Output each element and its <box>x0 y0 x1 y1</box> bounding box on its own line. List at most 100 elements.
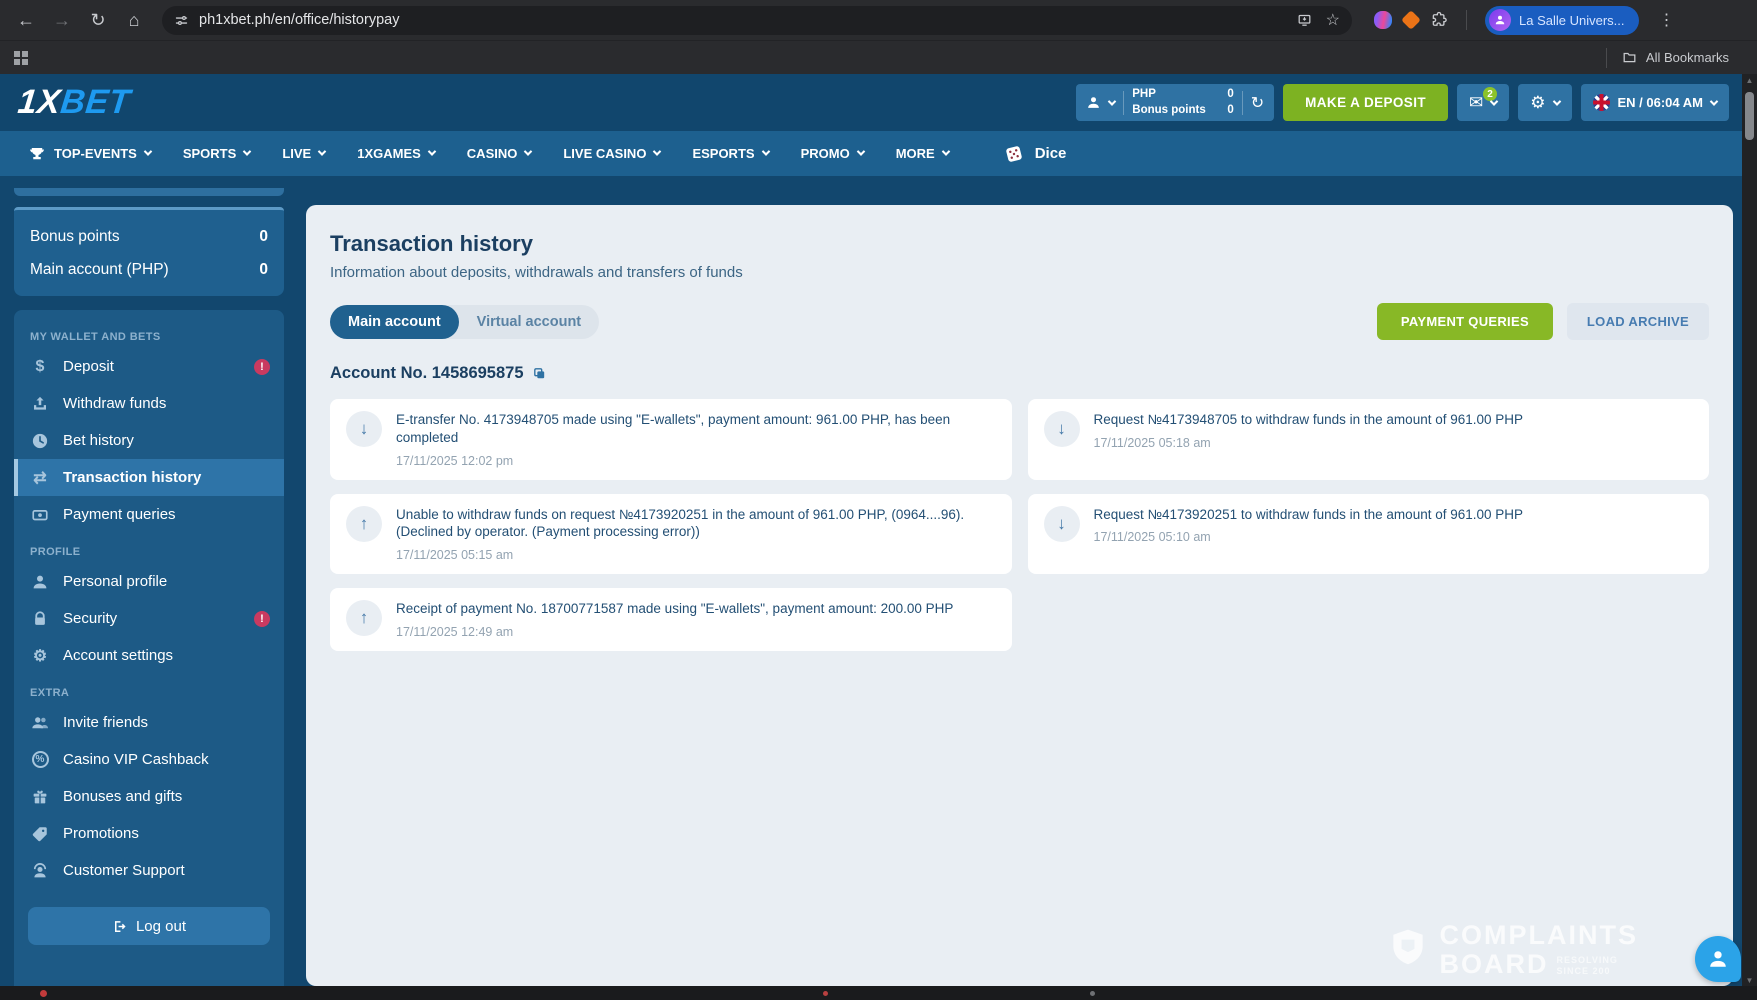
sidebar-item-bet-history[interactable]: Bet history <box>14 422 284 459</box>
settings-pill[interactable]: ⚙ <box>1518 84 1572 121</box>
url-text[interactable]: ph1xbet.ph/en/office/historypay <box>199 12 1297 28</box>
orange-extension-icon[interactable] <box>1401 10 1421 30</box>
bookmark-star-icon[interactable]: ☆ <box>1326 10 1340 30</box>
transaction-text: Receipt of payment No. 18700771587 made … <box>396 601 954 617</box>
sidebar-item-security[interactable]: Security ! <box>14 600 284 637</box>
logout-button[interactable]: Log out <box>28 907 270 945</box>
sidebar-item-label: Payment queries <box>63 506 176 523</box>
gear-icon: ⚙ <box>32 647 48 665</box>
nav-label: 1XGAMES <box>357 146 421 161</box>
sidebar-item-transaction-history[interactable]: ⇄ Transaction history <box>14 459 284 496</box>
copy-icon[interactable] <box>532 366 547 381</box>
sidebar-item-account-settings[interactable]: ⚙ Account settings <box>14 637 284 674</box>
nav-item[interactable]: SPORTS <box>167 131 266 176</box>
sidebar-item-invite-friends[interactable]: Invite friends <box>14 704 284 741</box>
transaction-card: ↑ Receipt of payment No. 18700771587 mad… <box>330 588 1012 652</box>
transaction-date: 17/11/2025 05:18 am <box>1093 435 1211 450</box>
people-icon <box>30 714 50 732</box>
nav-item[interactable]: MORE <box>880 131 965 176</box>
page-subtitle: Information about deposits, withdrawals … <box>330 264 743 281</box>
watermark-line2: BOARD <box>1439 948 1549 979</box>
bottom-bar-dot <box>823 991 828 996</box>
load-archive-button[interactable]: LOAD ARCHIVE <box>1566 303 1709 340</box>
tab-main-account[interactable]: Main account <box>330 304 459 339</box>
chevron-down-icon <box>941 146 950 156</box>
sidebar-item-vip-cashback[interactable]: % Casino VIP Cashback <box>14 741 284 778</box>
gift-icon <box>30 788 50 806</box>
transaction-date: 17/11/2025 12:02 pm <box>396 453 514 468</box>
reload-icon[interactable]: ↻ <box>82 4 114 36</box>
sidebar-item-label: Casino VIP Cashback <box>63 751 209 768</box>
apps-grid-icon[interactable] <box>14 50 28 65</box>
forward-icon[interactable]: → <box>46 4 78 36</box>
envelope-icon: ✉ <box>1469 92 1484 112</box>
sidebar-item-personal-profile[interactable]: Personal profile <box>14 563 284 600</box>
scroll-up-arrow[interactable]: ▲ <box>1746 74 1754 86</box>
messages-pill[interactable]: ✉ 2 <box>1457 84 1510 121</box>
divider <box>1605 47 1607 68</box>
logo[interactable]: 1XBET <box>16 83 132 122</box>
transaction-card: ↓ Request №4173920251 to withdraw funds … <box>1027 493 1709 575</box>
transaction-card: ↓ Request №4173948705 to withdraw funds … <box>1027 399 1709 480</box>
section-profile: PROFILE <box>30 546 81 558</box>
balance-value: 0 <box>259 227 268 245</box>
transaction-date: 17/11/2025 05:10 am <box>1093 530 1211 545</box>
bookmarks-bar: All Bookmarks <box>0 40 1757 74</box>
section-wallet: MY WALLET AND BETS <box>30 331 161 343</box>
bottom-bar-dot <box>1090 991 1095 996</box>
page-scrollbar[interactable]: ▲ ▼ <box>1742 74 1757 986</box>
sidebar-item-promotions[interactable]: Promotions <box>14 815 284 852</box>
nav-item[interactable]: LIVE CASINO <box>547 131 676 176</box>
scroll-down-arrow[interactable]: ▼ <box>1746 974 1754 986</box>
alert-badge: ! <box>254 610 270 627</box>
address-bar[interactable]: ph1xbet.ph/en/office/historypay ☆ <box>162 5 1352 35</box>
make-deposit-button[interactable]: MAKE A DEPOSIT <box>1283 84 1448 121</box>
nav-item[interactable]: PROMO <box>785 131 880 176</box>
nav-item[interactable]: ESPORTS <box>676 131 784 176</box>
back-icon[interactable]: ← <box>10 4 42 36</box>
nav-item[interactable]: LIVE <box>266 131 341 176</box>
browser-menu-icon[interactable]: ⋮ <box>1651 10 1683 30</box>
nav-label: TOP-EVENTS <box>54 146 137 161</box>
browser-profile-chip[interactable]: La Salle Univers... <box>1485 5 1639 35</box>
nav-item[interactable]: CASINO <box>451 131 548 176</box>
scrollbar-thumb[interactable] <box>1745 92 1754 140</box>
extensions-cluster: La Salle Univers... ⋮ <box>1374 5 1683 35</box>
browser-chrome: ← → ↻ ⌂ ph1xbet.ph/en/office/historypay … <box>0 0 1757 74</box>
nav-label: MORE <box>895 146 935 161</box>
account-balance-pill[interactable]: PHP Bonus points 0 0 ↻ <box>1076 84 1275 121</box>
refresh-icon[interactable]: ↻ <box>1251 93 1264 113</box>
sidebar-item-customer-support[interactable]: Customer Support <box>14 852 284 889</box>
sidebar-item-payment-queries[interactable]: Payment queries <box>14 496 284 533</box>
tab-virtual-account[interactable]: Virtual account <box>459 305 599 339</box>
all-bookmarks-label: All Bookmarks <box>1645 50 1729 65</box>
live-chat-button[interactable] <box>1695 936 1741 982</box>
direction-arrow-icon: ↓ <box>346 411 382 447</box>
currency-label: PHP <box>1132 87 1156 100</box>
nav-item-top-events[interactable]: TOP-EVENTS <box>12 131 167 176</box>
sidebar-item-withdraw[interactable]: Withdraw funds <box>14 385 284 422</box>
transaction-card: ↓ E-transfer No. 4173948705 made using "… <box>330 399 1012 480</box>
sidebar-item-label: Transaction history <box>63 469 202 486</box>
balance-row: Main account (PHP) 0 <box>30 253 268 286</box>
lock-icon <box>30 610 50 628</box>
home-icon[interactable]: ⌂ <box>118 4 150 36</box>
sidebar-item-label: Withdraw funds <box>63 395 167 412</box>
language-time-pill[interactable]: EN / 06:04 AM <box>1580 84 1729 121</box>
bottom-bar-dot <box>40 990 47 997</box>
nav-item-dice[interactable]: Dice <box>987 131 1083 176</box>
trophy-icon <box>28 145 46 163</box>
all-bookmarks[interactable]: All Bookmarks <box>1600 47 1743 68</box>
logo-1x: 1X <box>16 83 63 121</box>
brain-extension-icon[interactable] <box>1374 11 1392 29</box>
install-icon[interactable] <box>1297 13 1312 28</box>
nav-item[interactable]: 1XGAMES <box>341 131 451 176</box>
transaction-date: 17/11/2025 12:49 am <box>396 625 514 640</box>
shield-icon <box>1386 925 1430 974</box>
transaction-card: ↑ Unable to withdraw funds on request №4… <box>330 493 1012 575</box>
sidebar-item-bonuses[interactable]: Bonuses and gifts <box>14 778 284 815</box>
sidebar-item-deposit[interactable]: $ Deposit ! <box>14 348 284 385</box>
extensions-puzzle-icon[interactable] <box>1430 11 1448 29</box>
payment-queries-button[interactable]: PAYMENT QUERIES <box>1376 303 1553 340</box>
tune-icon[interactable] <box>174 13 189 28</box>
